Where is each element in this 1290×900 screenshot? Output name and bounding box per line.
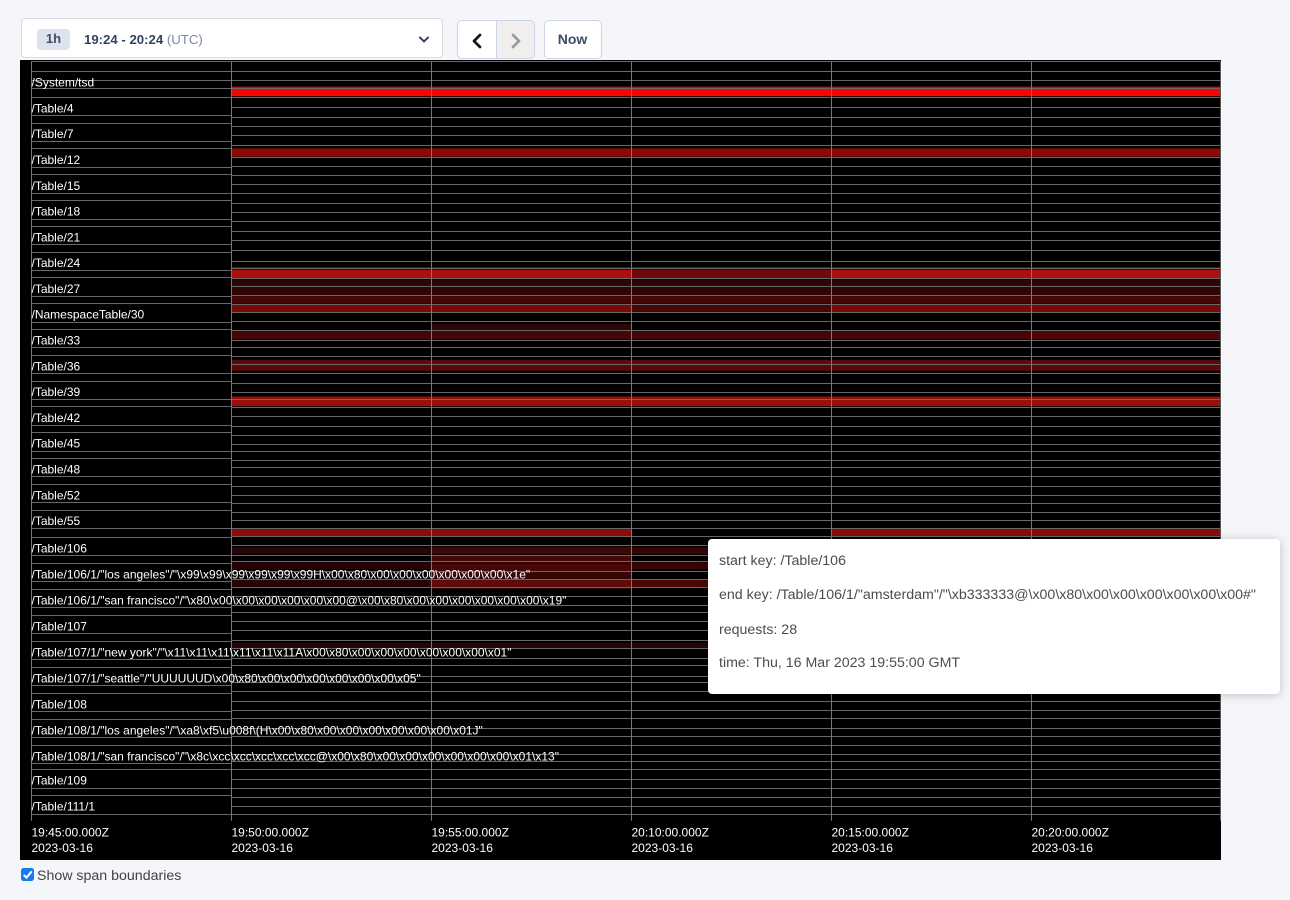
svg-text:2023-03-16: 2023-03-16 (32, 841, 94, 855)
svg-text:/Table/18: /Table/18 (32, 205, 81, 219)
svg-text:19:55:00.000Z: 19:55:00.000Z (432, 826, 509, 840)
svg-text:2023-03-16: 2023-03-16 (1032, 841, 1094, 855)
svg-text:/Table/52: /Table/52 (32, 488, 81, 502)
svg-text:/Table/109: /Table/109 (32, 774, 88, 788)
svg-text:/NamespaceTable/30: /NamespaceTable/30 (32, 308, 145, 322)
svg-text:2023-03-16: 2023-03-16 (632, 841, 694, 855)
svg-text:/Table/106/1/"san francisco"/": /Table/106/1/"san francisco"/"\x80\x00\x… (32, 593, 567, 607)
svg-text:19:45:00.000Z: 19:45:00.000Z (32, 826, 109, 840)
svg-text:2023-03-16: 2023-03-16 (232, 841, 294, 855)
svg-text:/Table/48: /Table/48 (32, 463, 81, 477)
svg-text:/Table/108: /Table/108 (32, 697, 88, 711)
svg-text:/Table/108/1/"san francisco"/": /Table/108/1/"san francisco"/"\x8c\xcc\x… (32, 749, 559, 763)
svg-text:/Table/106/1/"los angeles"/"\x: /Table/106/1/"los angeles"/"\x99\x99\x99… (32, 567, 531, 581)
svg-text:/Table/106: /Table/106 (32, 541, 88, 555)
svg-text:/Table/108/1/"los angeles"/"\x: /Table/108/1/"los angeles"/"\xa8\xf5\u00… (32, 723, 483, 737)
svg-text:/Table/42: /Table/42 (32, 411, 81, 425)
svg-text:20:20:00.000Z: 20:20:00.000Z (1032, 826, 1109, 840)
svg-text:20:10:00.000Z: 20:10:00.000Z (632, 826, 709, 840)
svg-text:/Table/27: /Table/27 (32, 282, 81, 296)
svg-text:2023-03-16: 2023-03-16 (432, 841, 494, 855)
svg-text:/Table/39: /Table/39 (32, 385, 81, 399)
svg-text:/Table/55: /Table/55 (32, 514, 81, 528)
svg-text:/Table/12: /Table/12 (32, 153, 81, 167)
svg-text:/Table/107/1/"seattle"/"UUUUUU: /Table/107/1/"seattle"/"UUUUUUD\x00\x80\… (32, 671, 421, 685)
svg-text:20:15:00.000Z: 20:15:00.000Z (832, 826, 909, 840)
svg-text:/Table/36: /Table/36 (32, 359, 81, 373)
svg-text:/Table/111/1: /Table/111/1 (32, 800, 96, 814)
svg-text:19:50:00.000Z: 19:50:00.000Z (232, 826, 309, 840)
svg-text:/Table/24: /Table/24 (32, 256, 81, 270)
svg-text:/Table/21: /Table/21 (32, 230, 81, 244)
svg-text:/Table/7: /Table/7 (32, 127, 74, 141)
svg-text:/Table/15: /Table/15 (32, 179, 81, 193)
svg-text:/Table/33: /Table/33 (32, 334, 81, 348)
svg-text:/System/tsd: /System/tsd (32, 76, 95, 90)
svg-text:/Table/4: /Table/4 (32, 101, 74, 115)
svg-text:/Table/107/1/"new york"/"\x11\: /Table/107/1/"new york"/"\x11\x11\x11\x1… (32, 645, 512, 659)
svg-text:/Table/45: /Table/45 (32, 437, 81, 451)
svg-text:/Table/107: /Table/107 (32, 619, 88, 633)
svg-text:2023-03-16: 2023-03-16 (832, 841, 894, 855)
